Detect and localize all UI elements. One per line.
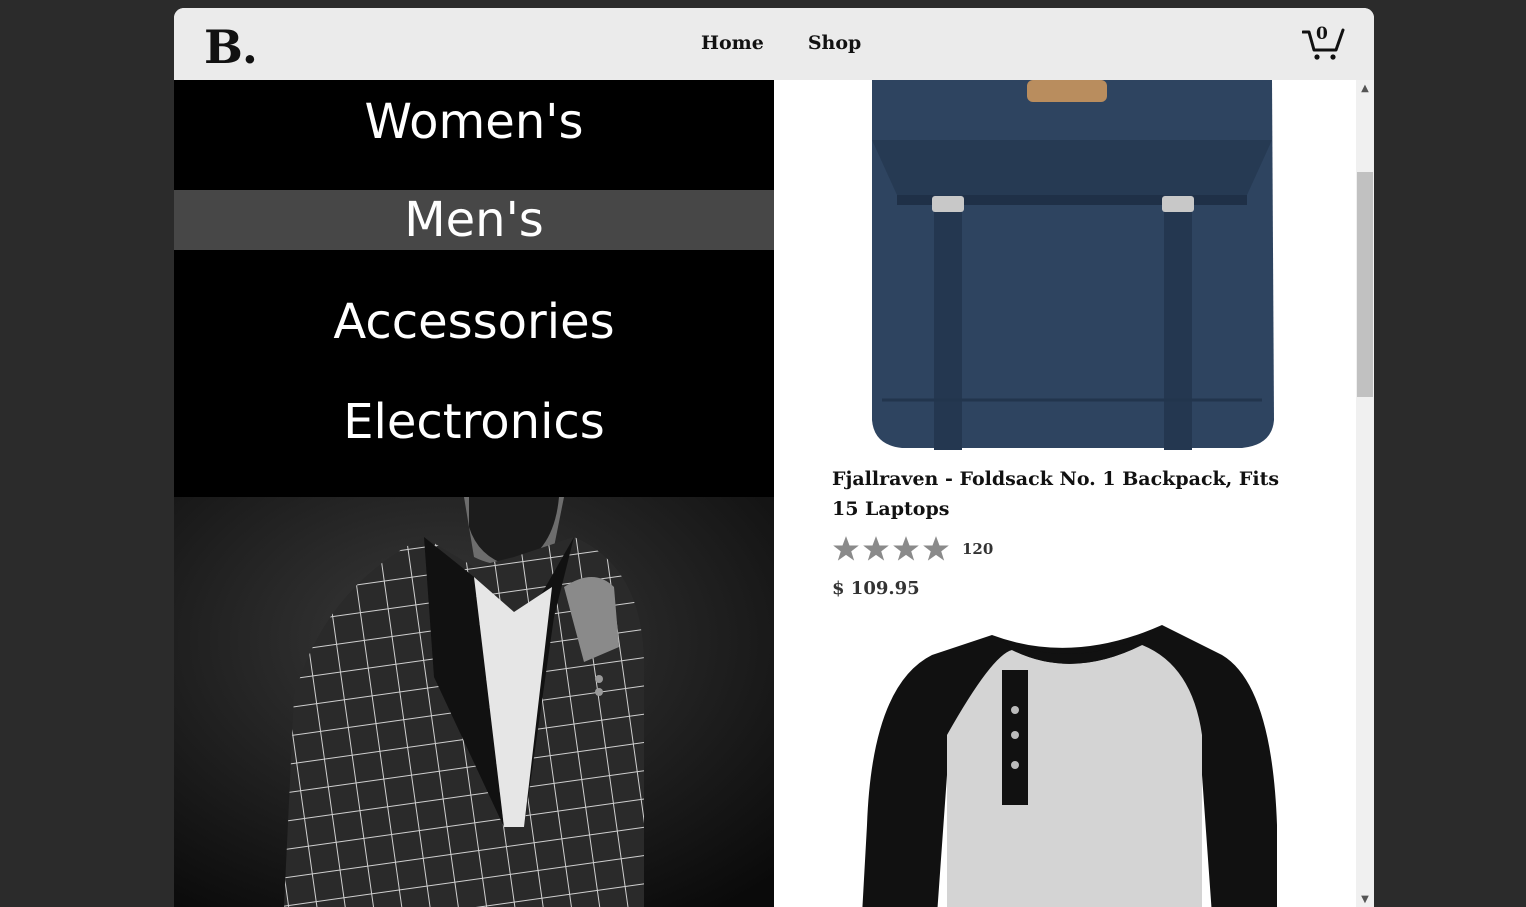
page-scrollbar[interactable]: ▲ ▼ xyxy=(1356,80,1374,907)
rating-stars xyxy=(832,535,950,563)
top-navbar: B. Home Shop 0 xyxy=(174,8,1374,80)
nav-home-link[interactable]: Home xyxy=(701,32,764,54)
category-electronics[interactable]: Electronics xyxy=(174,392,774,452)
scrollbar-thumb[interactable] xyxy=(1357,172,1373,397)
scroll-up-icon[interactable]: ▲ xyxy=(1356,80,1374,96)
category-accessories[interactable]: Accessories xyxy=(174,292,774,352)
main-nav: Home Shop xyxy=(701,32,861,54)
product-card[interactable]: Fjallraven - Foldsack No. 1 Backpack, Fi… xyxy=(832,80,1312,620)
brand-logo[interactable]: B. xyxy=(204,20,258,74)
product-list: Fjallraven - Foldsack No. 1 Backpack, Fi… xyxy=(774,80,1356,907)
product-title[interactable]: Fjallraven - Foldsack No. 1 Backpack, Fi… xyxy=(832,464,1302,524)
category-sidebar: Women's Men's Accessories Electronics xyxy=(174,80,774,907)
rating-count: 120 xyxy=(962,540,994,558)
category-list: Women's Men's Accessories Electronics xyxy=(174,80,774,497)
cart-count-badge: 0 xyxy=(1316,24,1328,44)
cart-button[interactable]: 0 xyxy=(1301,24,1346,62)
mens-hero-image xyxy=(174,497,774,907)
backpack-image[interactable] xyxy=(862,80,1282,450)
category-womens[interactable]: Women's xyxy=(174,92,774,152)
star-icon xyxy=(893,536,919,561)
star-icon xyxy=(863,536,889,561)
nav-shop-link[interactable]: Shop xyxy=(808,32,862,54)
product-card[interactable] xyxy=(832,625,1312,907)
product-price: $ 109.95 xyxy=(832,578,920,599)
henley-shirt-image[interactable] xyxy=(862,625,1282,907)
browser-page: B. Home Shop 0 Women's Men's Accessories… xyxy=(174,8,1374,907)
product-rating: 120 xyxy=(832,535,993,563)
category-mens[interactable]: Men's xyxy=(174,190,774,250)
star-icon xyxy=(923,536,949,561)
scroll-down-icon[interactable]: ▼ xyxy=(1356,891,1374,907)
star-icon xyxy=(833,536,859,561)
